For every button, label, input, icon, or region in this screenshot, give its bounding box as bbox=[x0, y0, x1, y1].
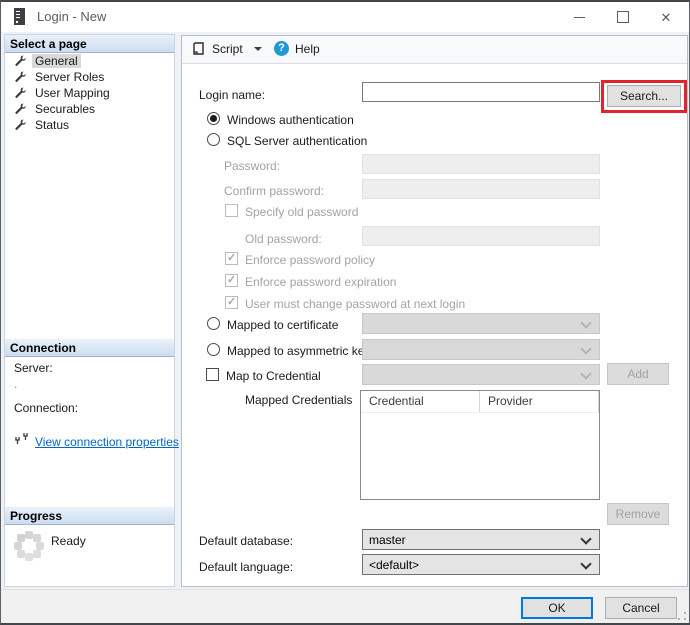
server-label: Server: bbox=[14, 361, 53, 375]
asymmetric-key-dropdown bbox=[362, 339, 600, 360]
remove-button: Remove bbox=[607, 503, 669, 525]
progress-status: Ready bbox=[51, 534, 86, 548]
script-dropdown-icon[interactable] bbox=[254, 47, 262, 51]
server-value: . bbox=[14, 377, 18, 391]
password-label: Password: bbox=[224, 159, 281, 173]
mapped-to-asymmetric-key-label: Mapped to asymmetric key bbox=[227, 344, 371, 358]
credential-dropdown bbox=[362, 364, 600, 385]
sidebar-item-label: User Mapping bbox=[35, 86, 110, 100]
sidebar-item-label: Status bbox=[35, 118, 70, 132]
select-a-page-header: Select a page bbox=[5, 35, 174, 53]
certificate-dropdown bbox=[362, 313, 600, 334]
toolbar: Script ? Help bbox=[182, 36, 687, 64]
login-name-input[interactable] bbox=[362, 82, 600, 102]
minimize-icon bbox=[573, 16, 585, 18]
sql-authentication-label: SQL Server authentication bbox=[227, 134, 368, 148]
chevron-down-icon bbox=[580, 368, 592, 380]
sql-authentication-radio[interactable] bbox=[207, 133, 220, 146]
chevron-down-icon bbox=[580, 533, 592, 545]
default-language-value: <default> bbox=[369, 558, 420, 572]
titlebar: Login - New ✕ bbox=[1, 2, 689, 32]
ok-button[interactable]: OK bbox=[521, 597, 593, 619]
progress-header: Progress bbox=[5, 507, 174, 525]
mapped-to-asymmetric-key-radio[interactable] bbox=[207, 343, 220, 356]
mapped-credentials-label: Mapped Credentials bbox=[245, 393, 353, 407]
default-language-dropdown[interactable]: <default> bbox=[362, 554, 600, 575]
sidebar-item-user-mapping[interactable]: User Mapping bbox=[5, 85, 174, 101]
app-icon bbox=[14, 8, 25, 25]
specify-old-password-checkbox bbox=[225, 204, 238, 217]
wrench-icon bbox=[15, 119, 26, 130]
default-language-label: Default language: bbox=[199, 560, 294, 574]
connection-properties-icon bbox=[15, 433, 28, 444]
default-database-label: Default database: bbox=[199, 534, 294, 548]
column-header-provider[interactable]: Provider bbox=[480, 391, 599, 412]
mapped-to-certificate-label: Mapped to certificate bbox=[227, 318, 339, 332]
login-new-dialog: Login - New ✕ Select a page General Serv… bbox=[0, 0, 690, 625]
script-page-icon bbox=[193, 42, 204, 55]
connection-header: Connection bbox=[5, 339, 174, 357]
window-title: Login - New bbox=[37, 9, 107, 24]
close-icon: ✕ bbox=[660, 9, 672, 25]
confirm-password-label: Confirm password: bbox=[224, 184, 325, 198]
chevron-down-icon bbox=[580, 343, 592, 355]
annotation-highlight-box bbox=[601, 80, 687, 113]
windows-authentication-radio[interactable] bbox=[207, 112, 220, 125]
close-button[interactable]: ✕ bbox=[644, 2, 688, 32]
mapped-credentials-table[interactable]: Credential Provider bbox=[360, 390, 600, 500]
sidebar-item-status[interactable]: Status bbox=[5, 117, 174, 133]
add-button: Add bbox=[607, 363, 669, 385]
wrench-icon bbox=[15, 71, 26, 82]
main-panel: Script ? Help Login name: Search... Wind… bbox=[181, 35, 688, 587]
mapped-to-certificate-radio[interactable] bbox=[207, 317, 220, 330]
chevron-down-icon bbox=[580, 317, 592, 329]
script-button[interactable]: Script bbox=[212, 42, 243, 56]
password-input bbox=[362, 154, 600, 174]
wrench-icon bbox=[15, 55, 26, 66]
sidebar-item-label: Securables bbox=[35, 102, 96, 116]
help-icon: ? bbox=[274, 41, 289, 56]
old-password-input bbox=[362, 226, 600, 246]
maximize-icon bbox=[617, 11, 629, 23]
confirm-password-input bbox=[362, 179, 600, 199]
specify-old-password-label: Specify old password bbox=[245, 205, 359, 219]
map-to-credential-label: Map to Credential bbox=[226, 369, 321, 383]
sidebar: Select a page General Server Roles User … bbox=[4, 34, 179, 587]
enforce-password-policy-checkbox bbox=[225, 251, 238, 265]
sidebar-item-server-roles[interactable]: Server Roles bbox=[5, 69, 174, 85]
minimize-button[interactable] bbox=[557, 2, 601, 32]
view-connection-properties-link[interactable]: View connection properties bbox=[35, 435, 179, 449]
maximize-button[interactable] bbox=[601, 2, 645, 32]
resize-grip[interactable] bbox=[678, 612, 686, 620]
sidebar-item-securables[interactable]: Securables bbox=[5, 101, 174, 117]
must-change-password-label: User must change password at next login bbox=[245, 297, 466, 311]
login-name-label: Login name: bbox=[199, 88, 266, 102]
table-header-row: Credential Provider bbox=[361, 391, 599, 413]
cancel-button[interactable]: Cancel bbox=[605, 597, 677, 619]
chevron-down-icon bbox=[580, 558, 592, 570]
enforce-password-expiration-label: Enforce password expiration bbox=[245, 275, 397, 289]
default-database-dropdown[interactable]: master bbox=[362, 529, 600, 550]
wrench-icon bbox=[15, 103, 26, 114]
enforce-password-expiration-checkbox bbox=[225, 273, 238, 287]
connection-label: Connection: bbox=[14, 401, 79, 415]
wrench-icon bbox=[15, 87, 26, 98]
old-password-label: Old password: bbox=[245, 232, 322, 246]
enforce-password-policy-label: Enforce password policy bbox=[245, 253, 376, 267]
windows-authentication-label: Windows authentication bbox=[227, 113, 354, 127]
sidebar-item-label: Server Roles bbox=[35, 70, 105, 84]
sidebar-item-general[interactable]: General bbox=[5, 53, 174, 69]
sidebar-item-label: General bbox=[32, 54, 81, 68]
map-to-credential-checkbox[interactable] bbox=[206, 368, 219, 381]
default-database-value: master bbox=[369, 533, 406, 547]
must-change-password-checkbox bbox=[225, 295, 238, 309]
spinner-dots-icon bbox=[25, 542, 33, 550]
footer: OK Cancel bbox=[1, 589, 689, 623]
help-button[interactable]: Help bbox=[295, 42, 320, 56]
column-header-credential[interactable]: Credential bbox=[361, 391, 480, 412]
